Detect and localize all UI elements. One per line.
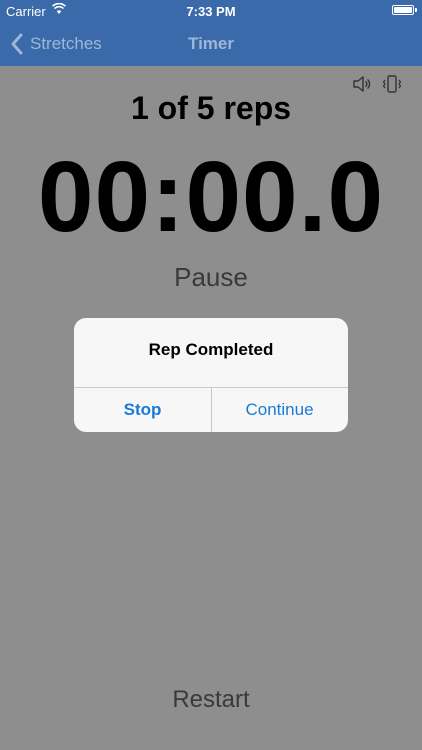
alert-title: Rep Completed	[148, 340, 274, 359]
pause-button[interactable]: Pause	[0, 262, 422, 293]
page-title: Timer	[188, 34, 234, 53]
rep-counter: 1 of 5 reps	[130, 90, 292, 126]
status-time: 7:33 PM	[186, 4, 236, 19]
timer-display: 00:00.0	[37, 141, 385, 253]
status-bar: Carrier 7:33 PM	[0, 0, 422, 22]
restart-button[interactable]: Restart	[0, 686, 422, 714]
navigation-bar: Stretches Timer	[0, 22, 422, 66]
stop-button[interactable]: Stop	[74, 388, 211, 432]
continue-button[interactable]: Continue	[211, 388, 348, 432]
rep-completed-alert: Rep Completed Stop Continue	[74, 318, 348, 432]
battery-icon	[392, 5, 417, 15]
